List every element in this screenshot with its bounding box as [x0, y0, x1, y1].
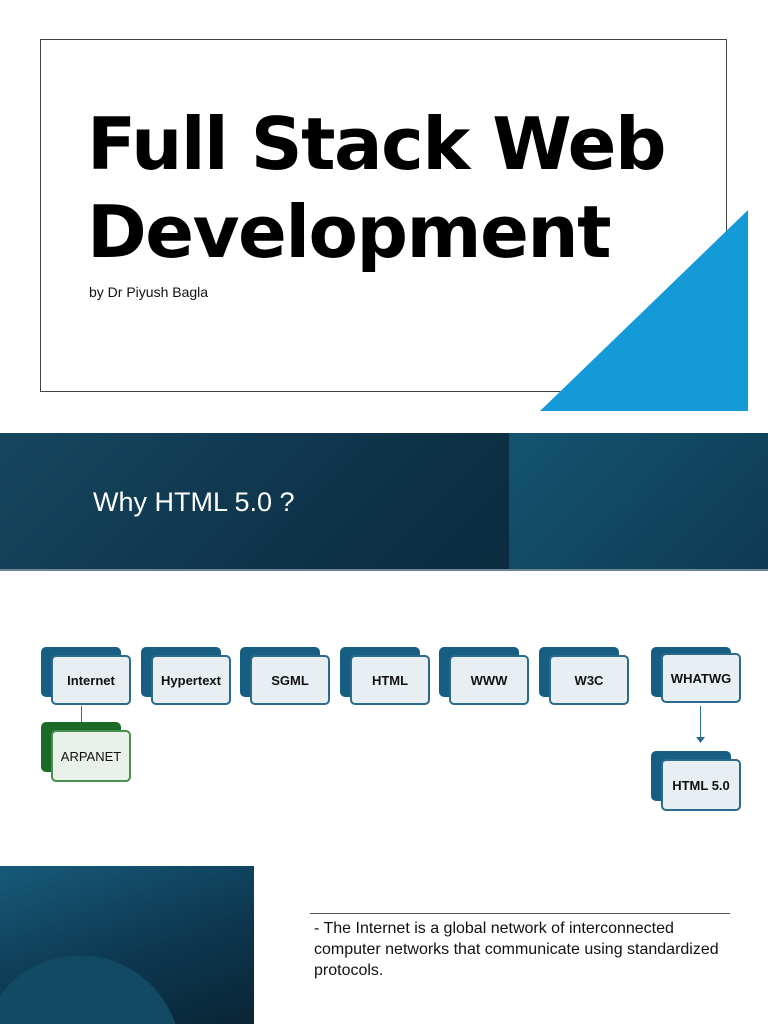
node-label: HTML — [350, 655, 430, 705]
node-arpanet: ARPANET — [41, 722, 131, 782]
section-header-panel — [509, 433, 768, 570]
node-html: HTML — [340, 647, 430, 705]
node-label: WHATWG — [661, 653, 741, 703]
node-whatwg: WHATWG — [651, 647, 741, 703]
node-sgml: SGML — [240, 647, 330, 705]
node-internet: Internet — [41, 647, 131, 705]
decorative-panel — [0, 866, 254, 1024]
node-label: HTML 5.0 — [661, 759, 741, 811]
connector-arrow — [700, 706, 701, 738]
node-label: ARPANET — [51, 730, 131, 782]
node-html5: HTML 5.0 — [651, 751, 741, 811]
accent-triangle — [540, 210, 748, 411]
arrow-head-icon — [696, 737, 705, 743]
node-label: SGML — [250, 655, 330, 705]
node-label: W3C — [549, 655, 629, 705]
node-label: WWW — [449, 655, 529, 705]
node-w3c: W3C — [539, 647, 629, 705]
node-label: Internet — [51, 655, 131, 705]
node-www: WWW — [439, 647, 529, 705]
divider — [0, 569, 768, 571]
node-hypertext: Hypertext — [141, 647, 231, 705]
body-text: - The Internet is a global network of in… — [314, 920, 719, 979]
divider — [310, 913, 730, 914]
section-title: Why HTML 5.0 ? — [93, 487, 295, 517]
node-label: Hypertext — [151, 655, 231, 705]
connector-line — [81, 706, 82, 723]
